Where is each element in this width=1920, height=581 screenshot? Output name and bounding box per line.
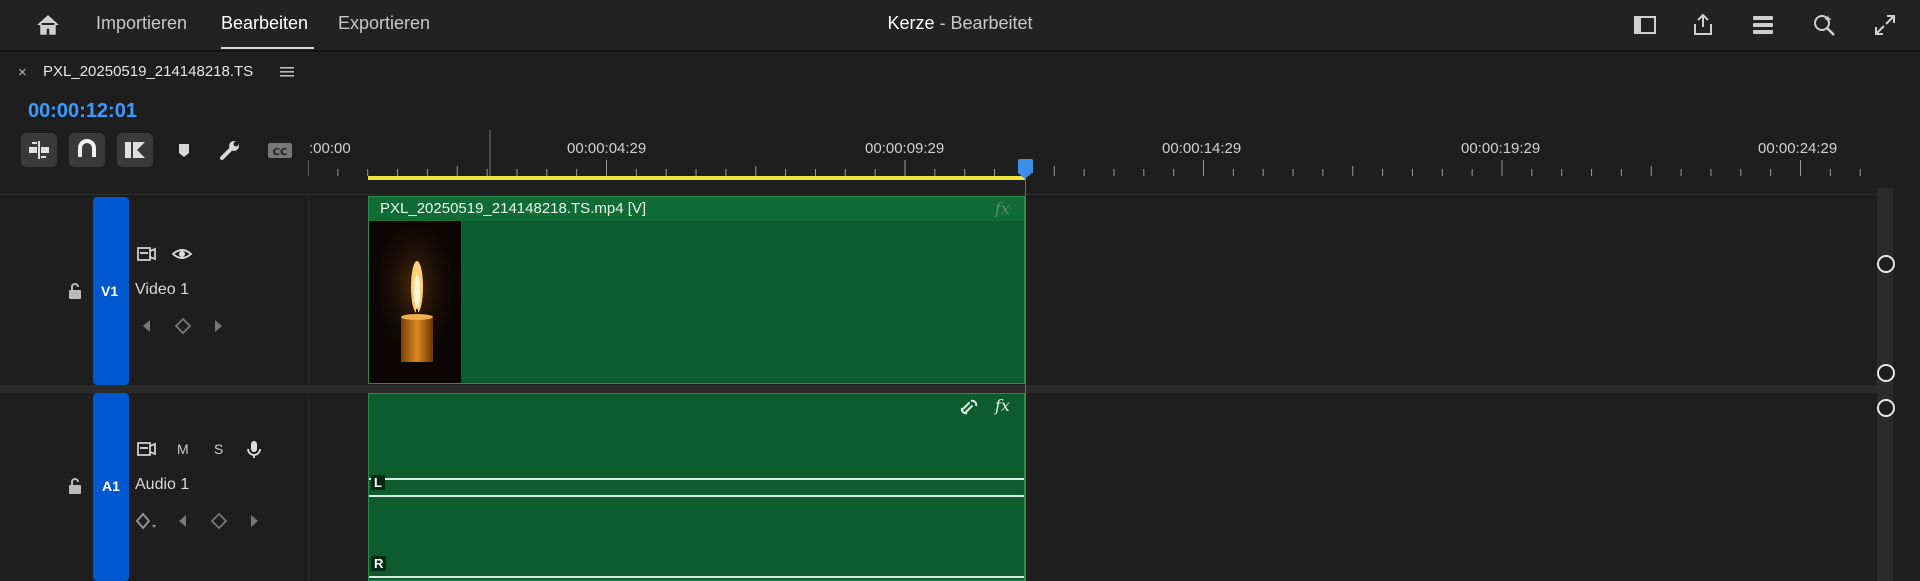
svg-text:CC: CC [273, 147, 288, 158]
captions-icon[interactable]: CC [265, 136, 295, 164]
track-separator[interactable] [0, 385, 1880, 393]
sync-lock-icon[interactable] [135, 243, 157, 265]
sync-lock-icon[interactable] [135, 438, 157, 460]
linked-selection-icon [125, 142, 145, 158]
right-channel-divider [369, 495, 1024, 497]
add-keyframe-icon[interactable] [208, 510, 230, 532]
home-icon[interactable] [34, 11, 62, 39]
video-clip[interactable] [368, 196, 1025, 384]
v1-track-id: V1 [101, 283, 119, 299]
playhead-timecode[interactable]: 00:00:12:01 [28, 100, 137, 123]
insert-edit-icon [29, 141, 49, 159]
a1-track-name[interactable]: Audio 1 [135, 476, 189, 494]
active-nav-underline [221, 47, 314, 49]
next-keyframe-icon[interactable] [243, 510, 265, 532]
next-keyframe-icon[interactable] [207, 315, 229, 337]
share-icon[interactable] [1690, 12, 1716, 38]
nav-export[interactable]: Exportieren [338, 13, 430, 34]
snap-button[interactable] [69, 133, 105, 167]
fullscreen-icon[interactable] [1872, 12, 1898, 38]
previous-keyframe-icon[interactable] [172, 510, 194, 532]
nav-edit[interactable]: Bearbeiten [221, 13, 308, 34]
sequence-tab-label[interactable]: PXL_20250519_214148218.TS [43, 63, 253, 80]
ruler-label: :00:00 [309, 140, 351, 157]
fx-badge[interactable]: fx [995, 396, 1010, 415]
zoom-search-icon[interactable] [1811, 12, 1837, 38]
playhead-handle-tip [1018, 173, 1032, 179]
candle-thumbnail [369, 221, 461, 383]
solo-button[interactable]: S [214, 441, 223, 457]
playhead-handle[interactable] [1018, 159, 1033, 173]
eye-icon[interactable] [171, 243, 193, 265]
vertical-zoom-scrollbar[interactable] [1877, 188, 1893, 581]
close-tab-button[interactable]: × [18, 64, 27, 81]
hamburger-menu-icon[interactable] [280, 66, 294, 78]
previous-keyframe-icon[interactable] [136, 315, 158, 337]
snap-magnet-icon [78, 139, 96, 157]
time-ruler[interactable] [308, 130, 1880, 180]
ruler-divider [0, 194, 1880, 195]
project-status: - Bearbeitet [934, 13, 1033, 33]
volume-keyframe-menu-icon[interactable] [134, 510, 160, 532]
v1-track-name[interactable]: Video 1 [135, 281, 189, 299]
project-name: Kerze [887, 13, 935, 33]
ruler-label: 00:00:19:29 [1461, 140, 1541, 157]
panel-layout-icon[interactable] [1632, 12, 1658, 38]
scroll-handle-bottom[interactable] [1877, 364, 1895, 382]
ruler-label: 00:00:09:29 [865, 140, 945, 157]
ruler-label: 00:00:14:29 [1162, 140, 1242, 157]
settings-sliders-icon[interactable] [1750, 12, 1776, 38]
add-keyframe-icon[interactable] [172, 315, 194, 337]
mute-button[interactable]: M [177, 441, 189, 457]
left-channel-waveform [369, 478, 1024, 480]
linked-selection-button[interactable] [117, 133, 153, 167]
right-channel-label: R [371, 556, 387, 571]
video-clip-label: PXL_20250519_214148218.TS.mp4 [V] [380, 200, 647, 217]
ruler-label: 00:00:04:29 [567, 140, 647, 157]
lock-icon[interactable] [64, 280, 86, 302]
ruler-label: 00:00:24:29 [1758, 140, 1838, 157]
top-bar: Importieren Bearbeiten Exportieren Kerze… [0, 0, 1920, 52]
scroll-handle-top[interactable] [1877, 399, 1895, 417]
audio-clip[interactable] [368, 393, 1025, 581]
wrench-icon[interactable] [216, 136, 244, 164]
microphone-icon[interactable] [243, 438, 265, 460]
scroll-handle-top[interactable] [1877, 255, 1895, 273]
insert-edit-button[interactable] [21, 133, 57, 167]
playhead-line[interactable] [1025, 168, 1026, 581]
nav-import[interactable]: Importieren [96, 13, 187, 34]
left-channel-label: L [371, 475, 385, 490]
work-area-bar[interactable] [368, 176, 1025, 180]
marker-icon[interactable] [170, 136, 198, 164]
fx-badge[interactable]: fx [995, 199, 1010, 218]
a1-track-id: A1 [102, 478, 120, 494]
lock-icon[interactable] [64, 475, 86, 497]
candle-image [369, 221, 461, 383]
link-icon[interactable] [958, 397, 980, 417]
right-channel-waveform [369, 576, 1024, 578]
